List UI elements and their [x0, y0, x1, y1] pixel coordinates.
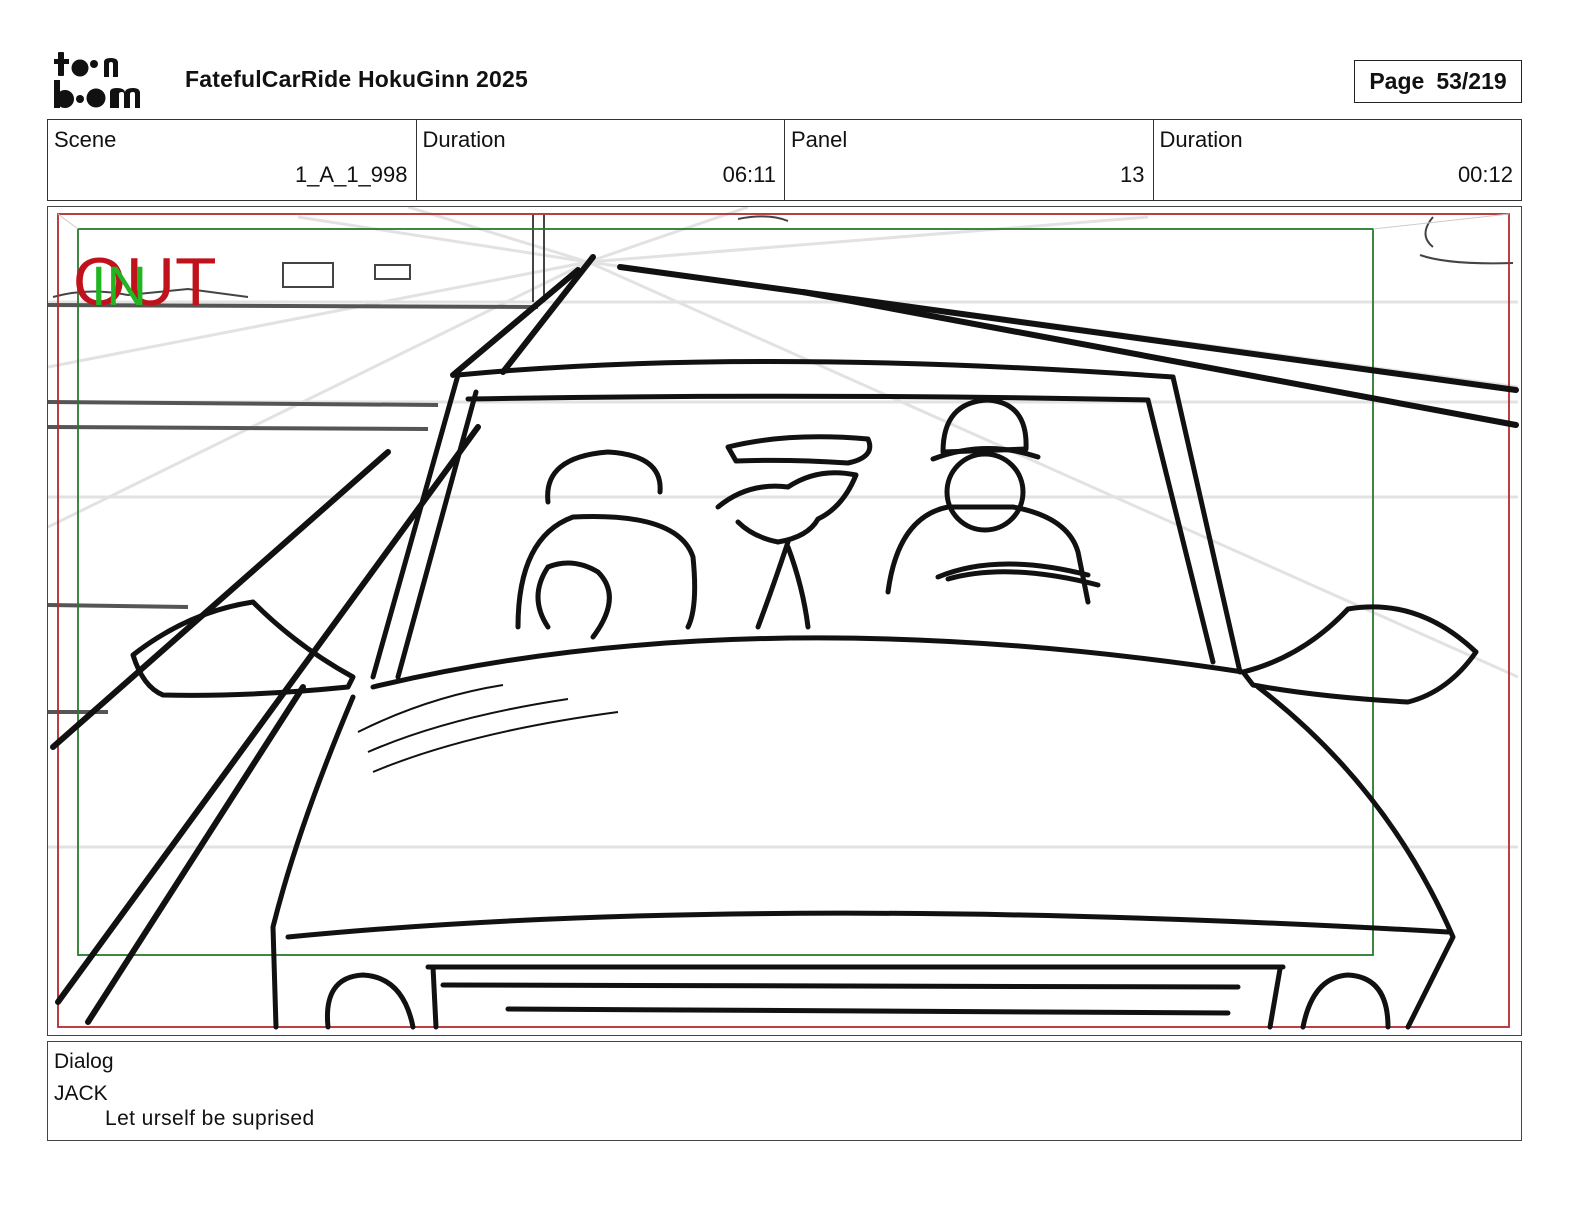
toon-boom-logo: toon [52, 50, 140, 108]
dialog-label: Dialog [54, 1050, 114, 1073]
panel-duration-value: 00:12 [1457, 162, 1513, 187]
scene-duration-label: Duration [422, 127, 506, 152]
dialog-box: Dialog JACK Let urself be suprised [47, 1041, 1522, 1141]
panel-duration-label: Duration [1159, 127, 1243, 152]
panel-label: Panel [791, 127, 848, 152]
car-drawing [130, 358, 1479, 1030]
logo-text-top: toon [52, 50, 54, 51]
panel-cell: Panel 13 [785, 120, 1154, 200]
scene-cell: Scene 1_A_1_998 [48, 120, 417, 200]
panel-drawing: OUT IN [48, 207, 1519, 1030]
scene-duration-cell: Duration 06:11 [417, 120, 785, 200]
in-marker: IN [91, 254, 147, 317]
storyboard-info-table: Scene 1_A_1_998 Duration 06:11 Panel 13 … [47, 119, 1522, 201]
dialog-line: Let urself be suprised [105, 1107, 315, 1130]
dialog-character: JACK [54, 1082, 108, 1105]
hood-detail-strokes [357, 684, 619, 773]
page-number: 53/219 [1436, 68, 1507, 94]
page-label: Page [1369, 68, 1425, 94]
perspective-guides [48, 207, 1519, 849]
panel-value: 13 [1120, 162, 1145, 187]
page-indicator: Page 53/219 [1354, 60, 1522, 103]
project-title: FatefulCarRide HokuGinn 2025 [185, 66, 529, 92]
panel-duration-cell: Duration 00:12 [1154, 120, 1522, 200]
scene-label: Scene [54, 127, 117, 152]
scene-duration-value: 06:11 [722, 162, 776, 187]
storyboard-panel: OUT IN [47, 206, 1522, 1036]
scene-value: 1_A_1_998 [294, 162, 408, 187]
